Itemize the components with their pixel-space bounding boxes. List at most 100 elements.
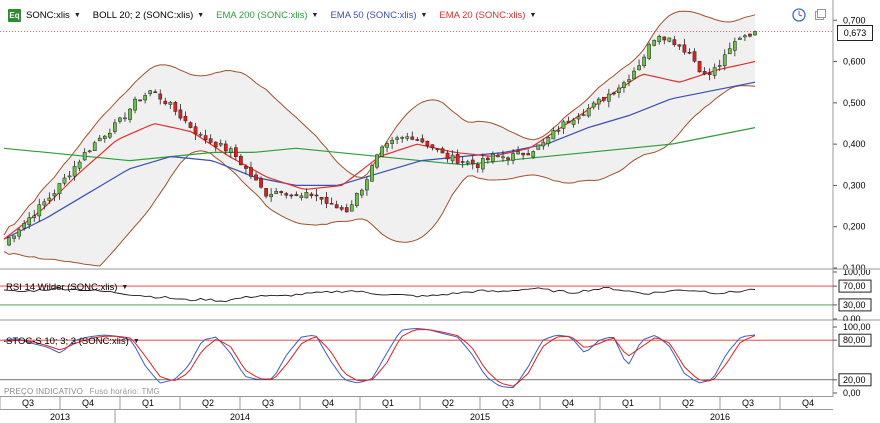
y-tick-label: 0,600 <box>843 57 866 67</box>
candle-body <box>168 102 173 105</box>
candle-body <box>727 48 732 55</box>
quarter-label: Q4 <box>802 398 814 408</box>
candle-body <box>687 51 692 54</box>
candle-body <box>269 193 273 198</box>
candle-body <box>470 159 475 165</box>
candle-body <box>440 148 445 154</box>
quarter-label: Q4 <box>82 398 94 408</box>
candle-body <box>319 197 324 200</box>
candle-body <box>496 155 500 158</box>
y-tick-label: 0,500 <box>843 98 866 108</box>
candle-body <box>753 31 757 36</box>
dropdown-arrow-icon[interactable]: ▼ <box>121 284 128 291</box>
footer-timezone: Fuso horário: TMG <box>89 387 160 396</box>
candle-body <box>77 161 82 169</box>
candle-body <box>218 142 223 146</box>
candle-body <box>536 144 541 150</box>
candle-body <box>486 157 490 161</box>
candle-body <box>329 202 334 205</box>
candle-body <box>208 138 213 143</box>
candle-body <box>707 72 712 76</box>
y-tick-label: 0,200 <box>843 222 866 232</box>
candle-body <box>72 166 77 177</box>
candle-body <box>12 235 16 239</box>
y-tick-label: 0,300 <box>843 180 866 190</box>
stoch-legend-label: STOC-S 10; 3; 3 (SONC:xlis) <box>6 336 129 347</box>
candle-body <box>410 136 415 140</box>
candle-body <box>712 67 717 76</box>
candle-body <box>606 93 611 102</box>
bollinger-bands <box>3 10 756 267</box>
candle-body <box>385 143 389 148</box>
candle-body <box>259 178 263 188</box>
candle-body <box>365 179 369 191</box>
dropdown-arrow-icon[interactable]: ▼ <box>133 338 140 345</box>
candle-body <box>738 37 742 40</box>
candle-body <box>617 87 621 93</box>
stoch-legend[interactable]: STOC-S 10; 3; 3 (SONC:xlis) ▼ <box>6 336 140 347</box>
y-tick-label: 20,00 <box>843 375 866 385</box>
candle-body <box>566 120 571 124</box>
candle-body <box>501 156 505 159</box>
candle-body <box>173 102 178 112</box>
candle-body <box>178 109 183 119</box>
candle-body <box>395 137 399 140</box>
candle-body <box>647 44 652 59</box>
candle-body <box>138 99 142 102</box>
price-chart[interactable]: 0,1000,2000,3000,4000,5000,6000,700 <box>0 0 880 270</box>
candle-body <box>148 90 153 95</box>
y-tick-label: 0,400 <box>843 139 866 149</box>
quarter-label: Q2 <box>442 398 454 408</box>
candle-body <box>561 121 566 129</box>
candle-body <box>249 167 253 177</box>
candle-body <box>62 177 67 184</box>
candle-body <box>657 35 662 43</box>
candle-body <box>304 192 309 199</box>
candle-body <box>370 165 374 182</box>
candle-body <box>546 137 551 144</box>
year-label: 2014 <box>230 412 250 422</box>
stochastic-panel[interactable]: 100,0080,0020,000,00 <box>0 321 880 397</box>
candle-body <box>349 204 354 212</box>
candle-body <box>652 40 657 46</box>
candle-body <box>198 133 203 136</box>
candle-body <box>163 100 168 105</box>
candle-body <box>692 51 697 62</box>
candle-body <box>113 122 117 132</box>
candle-body <box>47 197 52 201</box>
rsi-panel[interactable]: 100,00 70,00 30,00 0,00 <box>0 270 880 321</box>
rsi-legend[interactable]: RSI 14 Wilder (SONC:xlis) ▼ <box>6 282 128 293</box>
candle-body <box>97 137 102 142</box>
candle-body <box>601 96 606 101</box>
quarter-label: Q3 <box>742 398 754 408</box>
candle-body <box>244 166 248 169</box>
candle-body <box>360 189 364 196</box>
candle-body <box>299 195 304 198</box>
year-label: 2015 <box>470 412 490 422</box>
candle-body <box>118 117 122 122</box>
candle-body <box>480 158 485 170</box>
year-label: 2016 <box>710 412 730 422</box>
candle-body <box>445 152 450 160</box>
quarter-label: Q1 <box>142 398 154 408</box>
candle-body <box>239 156 243 166</box>
candle-body <box>511 153 515 161</box>
candle-body <box>455 154 460 164</box>
candle-body <box>294 194 299 196</box>
candle-body <box>223 143 228 152</box>
candle-body <box>677 44 682 47</box>
quarter-label: Q3 <box>262 398 274 408</box>
candle-body <box>581 114 586 116</box>
candle-body <box>67 175 72 178</box>
candle-body <box>717 65 722 67</box>
candle-body <box>52 193 57 197</box>
candle-body <box>541 141 546 147</box>
time-axis[interactable]: Q3 Q4 Q1 Q2 Q3 Q4 Q1 Q2 Q3 Q4 Q1 Q2 Q3 Q4 2013 2014 2015… <box>0 396 880 423</box>
candle-body <box>32 215 37 218</box>
candle-body <box>213 141 218 148</box>
candle-body <box>586 107 591 117</box>
quarter-label: Q3 <box>502 398 514 408</box>
quarter-label: Q3 <box>22 398 34 408</box>
candle-body <box>430 144 435 149</box>
candle-body <box>420 138 425 143</box>
